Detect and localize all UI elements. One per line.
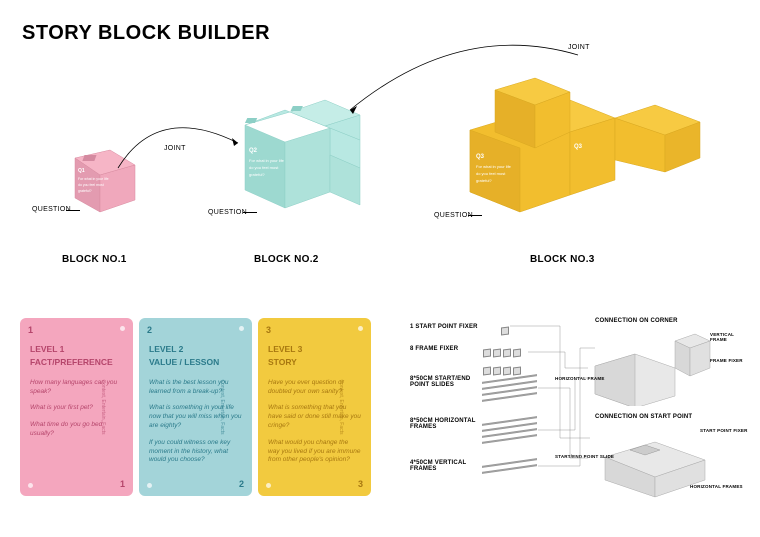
card-sub: VALUE / LESSON xyxy=(149,357,242,368)
svg-text:grateful?: grateful? xyxy=(249,172,265,177)
question-label-2: QUESTION xyxy=(208,209,247,216)
svg-text:For what in your life: For what in your life xyxy=(476,164,512,169)
block-2-caption: BLOCK NO.2 xyxy=(254,254,319,265)
svg-text:do you feel most: do you feel most xyxy=(78,183,104,187)
svg-text:grateful?: grateful? xyxy=(78,189,92,193)
svg-text:For what in your life: For what in your life xyxy=(78,177,109,181)
q1-tag: Q1 xyxy=(78,168,85,174)
card-q: What would you change the way you lived … xyxy=(268,439,361,465)
card-q: What is something that you have said or … xyxy=(268,404,361,430)
svg-text:Q3: Q3 xyxy=(574,144,583,150)
svg-text:grateful?: grateful? xyxy=(476,178,492,183)
card-sub: FACT/PREFERENCE xyxy=(30,357,123,368)
svg-text:do you feel most: do you feel most xyxy=(476,171,506,176)
anno-line xyxy=(66,210,80,211)
card-level: LEVEL 1 xyxy=(30,344,123,355)
card-level: LEVEL 3 xyxy=(268,344,361,355)
card-sub: STORY xyxy=(268,357,361,368)
exploded-diagram: 1 START POINT FIXER 8 FRAME FIXER 8*50CM… xyxy=(410,318,750,508)
anno-line xyxy=(243,212,257,213)
card-q: What is something in your life now that … xyxy=(149,404,242,430)
block-3-caption: BLOCK NO.3 xyxy=(530,254,595,265)
block-3-cube: Q3 For what in your life do you feel mos… xyxy=(440,60,730,240)
card-q: How many languages can you speak? xyxy=(30,379,123,397)
svg-text:do you feel most: do you feel most xyxy=(249,165,279,170)
card-num: 1 xyxy=(120,478,125,490)
card-dot xyxy=(28,483,33,488)
card-dot xyxy=(266,483,271,488)
blocks-area: JOINT Q1 For what in your life do you fe… xyxy=(0,50,760,280)
card-dot xyxy=(120,326,125,331)
card-num: 2 xyxy=(239,478,244,490)
card-level-2: 2 LEVEL 2 VALUE / LESSON What is the bes… xyxy=(139,318,252,496)
card-q: What time do you go bed usually? xyxy=(30,421,123,439)
card-level-3: 3 LEVEL 3 STORY Have you ever question o… xyxy=(258,318,371,496)
card-level: LEVEL 2 xyxy=(149,344,242,355)
joint-label-1: JOINT xyxy=(164,145,186,152)
card-q: If you could witness one key moment in t… xyxy=(149,439,242,465)
card-side-text: Context, Entertain, Facts xyxy=(99,379,106,434)
card-side-text: Context, Entertain, Facts xyxy=(337,379,344,434)
anno-line xyxy=(468,215,482,216)
card-side-text: Context, Entertain, Facts xyxy=(218,379,225,434)
card-dot xyxy=(147,483,152,488)
card-dot xyxy=(239,326,244,331)
card-q: What is the best lesson you learned from… xyxy=(149,379,242,397)
card-num: 1 xyxy=(28,324,33,336)
svg-text:Q2: Q2 xyxy=(249,148,258,154)
svg-text:For what in your life: For what in your life xyxy=(249,158,285,163)
block-1-caption: BLOCK NO.1 xyxy=(62,254,127,265)
card-num: 3 xyxy=(266,324,271,336)
card-q: What is your first pet? xyxy=(30,404,123,413)
cards-row: 1 LEVEL 1 FACT/PREFERENCE How many langu… xyxy=(20,318,371,496)
card-dot xyxy=(358,326,363,331)
card-level-1: 1 LEVEL 1 FACT/PREFERENCE How many langu… xyxy=(20,318,133,496)
svg-text:Q3: Q3 xyxy=(476,154,485,160)
page-title: STORY BLOCK BUILDER xyxy=(22,22,270,45)
connector-lines xyxy=(410,318,750,508)
card-num: 3 xyxy=(358,478,363,490)
card-num: 2 xyxy=(147,324,152,336)
card-q: Have you ever question or doubted your o… xyxy=(268,379,361,397)
